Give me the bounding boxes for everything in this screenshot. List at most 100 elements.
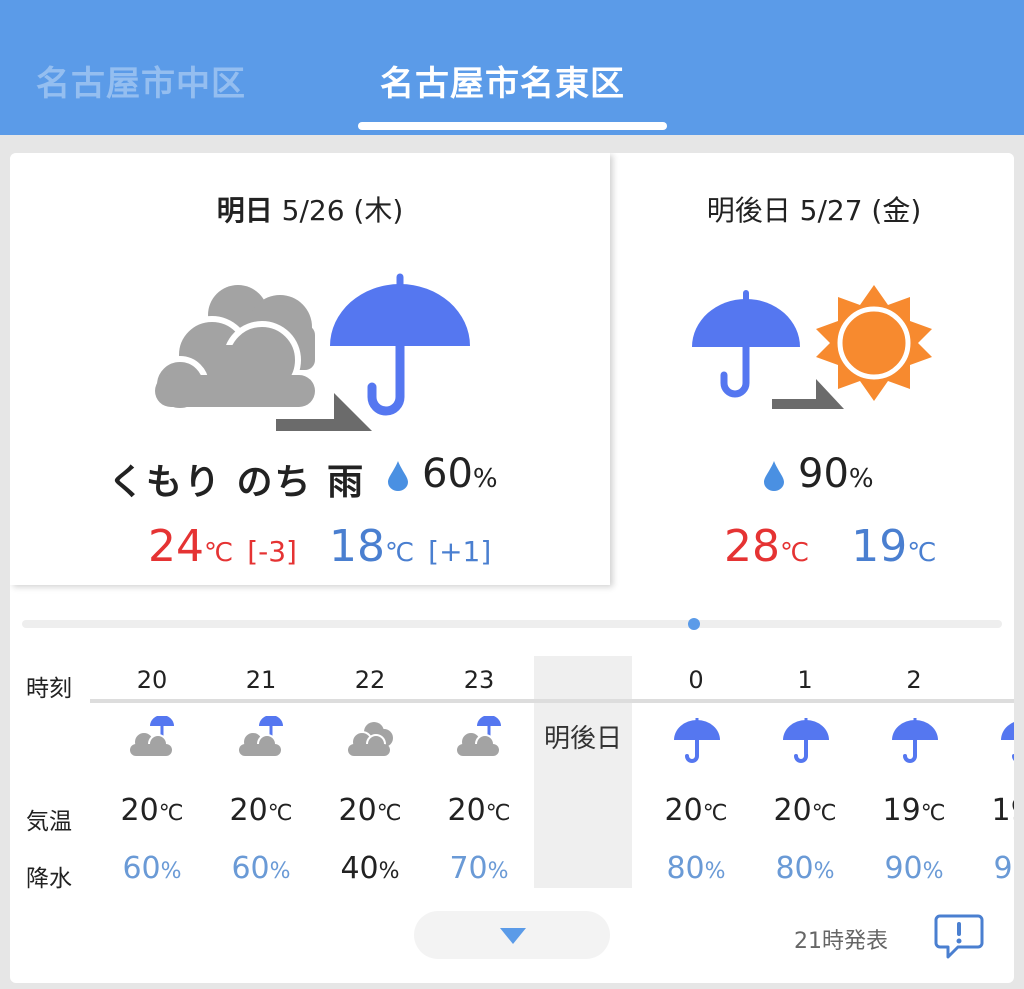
- precip-unit: %: [378, 859, 400, 884]
- hour-label: 20: [136, 666, 168, 694]
- hour-label: 22: [354, 666, 386, 694]
- hour-label: 2: [906, 666, 922, 694]
- hour-temp: 20℃: [316, 793, 424, 828]
- precip-unit: %: [487, 859, 509, 884]
- hour-precip: 40%: [316, 851, 424, 886]
- pop-value: 90: [798, 451, 849, 497]
- hour-temp: 19℃: [969, 793, 1014, 828]
- row-label-precip: 降水: [26, 866, 72, 892]
- precip-value: 90: [884, 851, 923, 886]
- cloud-umbrella-icon: [457, 716, 501, 756]
- hour-temp: 20℃: [425, 793, 533, 828]
- low-temp-diff: [+1]: [428, 535, 492, 568]
- precip-unit: %: [922, 859, 944, 884]
- pop-value: 60: [422, 451, 473, 497]
- cloud-icon: [348, 722, 393, 756]
- high-temp-unit: ℃: [204, 538, 234, 568]
- hour-temp: 20℃: [207, 793, 315, 828]
- temp-unit: ℃: [920, 801, 946, 826]
- hour-precip: 70%: [425, 851, 533, 886]
- scroll-position-dot[interactable]: [688, 618, 700, 630]
- low-temp: 19: [851, 521, 908, 572]
- temp-value: 20: [338, 793, 377, 828]
- scroll-track[interactable]: [22, 620, 1002, 628]
- announce-time: 21時発表: [794, 929, 888, 954]
- date-text: 5/27 (金): [799, 194, 922, 227]
- date-text: 5/26 (木): [281, 194, 404, 227]
- hour-temp: 20℃: [751, 793, 859, 828]
- temp-value: 20: [664, 793, 703, 828]
- day-date: 明日 5/26 (木): [10, 189, 610, 229]
- tab-meito[interactable]: 名古屋市名東区: [380, 56, 625, 105]
- hour-precip: 90%: [969, 851, 1014, 886]
- high-temp-diff: [-3]: [247, 535, 297, 568]
- day-separator: 明後日: [534, 656, 632, 888]
- low-temp: 18: [328, 521, 385, 572]
- precip-value: 40: [340, 851, 379, 886]
- precip-unit: %: [813, 859, 835, 884]
- row-label-temp: 気温: [26, 809, 72, 835]
- hourly-forecast[interactable]: 20 20℃ 60% 21 20℃ 60% 22 20℃ 40% 23 20℃ …: [90, 656, 1014, 888]
- precip-value: 80: [666, 851, 705, 886]
- precip-unit: %: [269, 859, 291, 884]
- precip-value: 70: [449, 851, 488, 886]
- hour-label: 23: [463, 666, 495, 694]
- temp-value: 19: [882, 793, 921, 828]
- day-label: 明後日: [706, 194, 791, 227]
- precip-value: 80: [775, 851, 814, 886]
- high-temp: 28: [724, 521, 780, 572]
- tab-indicator: [358, 122, 667, 130]
- hour-precip: 80%: [642, 851, 750, 886]
- hour-precip: 60%: [98, 851, 206, 886]
- temp-unit: ℃: [702, 801, 728, 826]
- row-label-time: 時刻: [26, 676, 72, 702]
- hour-label: 0: [688, 666, 704, 694]
- cloud-umbrella-icon: [239, 716, 283, 756]
- day-label: 明日: [216, 194, 273, 227]
- umbrella-icon: [1001, 722, 1014, 761]
- temp-unit: ℃: [158, 801, 184, 826]
- tab-naka[interactable]: 名古屋市中区: [36, 56, 246, 105]
- precip-unit: %: [704, 859, 726, 884]
- precip-value: 60: [231, 851, 270, 886]
- hour-column: 1 20℃ 80%: [751, 656, 859, 888]
- temp-value: 20: [229, 793, 268, 828]
- hour-temp: 19℃: [860, 793, 968, 828]
- hour-temp: 20℃: [642, 793, 750, 828]
- umbrella-icon: [330, 273, 470, 416]
- temp-unit: ℃: [376, 801, 402, 826]
- triangle-down-icon: [500, 928, 526, 944]
- hour-column: 20 20℃ 60%: [98, 656, 206, 888]
- header: 名古屋市中区 名古屋市名東区: [0, 0, 1024, 135]
- precip-probability: 60%: [388, 451, 498, 497]
- precip-probability: 90%: [764, 451, 874, 497]
- temp-value: 19: [991, 793, 1014, 828]
- hour-precip: 90%: [860, 851, 968, 886]
- temp-unit: ℃: [267, 801, 293, 826]
- hour-column: 23 20℃ 70%: [425, 656, 533, 888]
- precip-value: 90: [993, 851, 1014, 886]
- umbrella-icon: [674, 718, 720, 763]
- hourly-header-divider: [90, 699, 1014, 703]
- temp-value: 20: [773, 793, 812, 828]
- precip-value: 60: [122, 851, 161, 886]
- pop-unit: %: [848, 464, 874, 494]
- precip-unit: %: [160, 859, 182, 884]
- hour-column: 22 20℃ 40%: [316, 656, 424, 888]
- sun-icon: [816, 285, 932, 401]
- low-temp-unit: ℃: [384, 538, 415, 568]
- expand-button[interactable]: [414, 911, 610, 959]
- raindrop-icon: [388, 461, 408, 491]
- umbrella-icon: [783, 718, 829, 763]
- low-temp-unit: ℃: [907, 538, 937, 568]
- weather-summary: くもり のち 雨: [108, 462, 366, 503]
- day-date: 明後日 5/27 (金): [614, 189, 1014, 229]
- cloud-umbrella-icon: [130, 716, 174, 756]
- hour-label: 3: [969, 666, 1014, 694]
- day-panel-tomorrow[interactable]: 明日 5/26 (木) くもり のち 雨 60% 24℃ [-3] 18℃ [+…: [10, 153, 610, 585]
- hour-column: 0 20℃ 80%: [642, 656, 750, 888]
- feedback-icon[interactable]: [934, 913, 984, 961]
- hour-label: 21: [245, 666, 277, 694]
- raindrop-icon: [764, 461, 784, 491]
- day-panel-day-after[interactable]: 明後日 5/27 (金) 90% 28℃ 19℃: [614, 153, 1014, 585]
